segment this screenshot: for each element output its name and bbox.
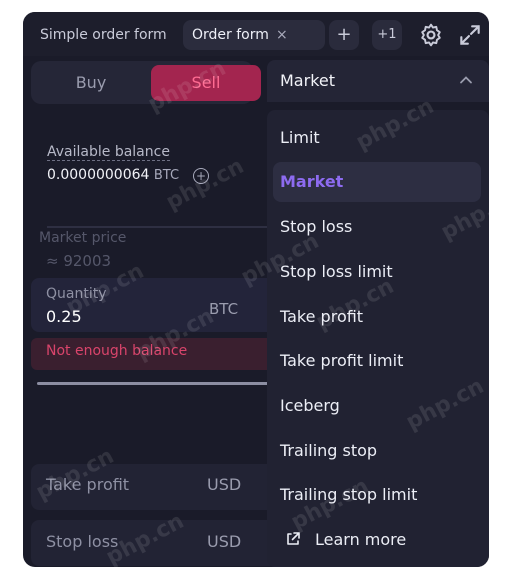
gear-icon[interactable]: [418, 22, 444, 48]
add-tab-button[interactable]: +: [329, 20, 359, 50]
amount-slider[interactable]: [37, 382, 279, 385]
menu-item-label: Iceberg: [280, 396, 340, 415]
quantity-label: Quantity: [46, 286, 107, 302]
market-price-value: ≈ 92003: [46, 252, 112, 270]
tab-order-form-label: Order form: [192, 27, 269, 43]
balance-currency: BTC: [153, 168, 180, 183]
menu-item-label: Trailing stop: [280, 441, 378, 460]
take-profit-label: Take profit: [46, 475, 130, 494]
menu-item-label: Take profit limit: [280, 351, 404, 370]
take-profit-currency: USD: [207, 475, 242, 494]
menu-item-market[interactable]: Market: [273, 162, 481, 202]
sell-button[interactable]: Sell: [151, 65, 261, 101]
balance-amount: 0.0000000064: [47, 167, 150, 183]
available-balance-value: 0.0000000064 BTC: [47, 167, 179, 183]
menu-item-label: Stop loss: [280, 217, 353, 236]
menu-item-label: Trailing stop limit: [280, 485, 418, 504]
plus-icon: +: [336, 24, 352, 45]
divider: [47, 226, 279, 228]
order-panel: Simple order form Order form × + +1 Buy …: [23, 12, 489, 567]
quantity-value[interactable]: 0.25: [46, 307, 82, 326]
buy-button[interactable]: Buy: [35, 65, 147, 101]
order-type-select[interactable]: Market: [267, 60, 489, 102]
deposit-plus-icon[interactable]: +: [193, 168, 209, 184]
menu-item-take-profit[interactable]: Take profit: [267, 297, 489, 337]
menu-item-iceberg[interactable]: Iceberg: [267, 386, 489, 426]
order-type-value: Market: [280, 71, 335, 90]
learn-more-label: Learn more: [315, 530, 407, 549]
learn-more-link[interactable]: Learn more: [267, 520, 489, 560]
error-message: Not enough balance: [46, 343, 188, 359]
more-tabs-button[interactable]: +1: [372, 20, 402, 50]
menu-item-label: Stop loss limit: [280, 262, 393, 281]
tab-simple-order-form[interactable]: Simple order form: [40, 20, 167, 50]
menu-item-trailing-stop[interactable]: Trailing stop: [267, 431, 489, 471]
close-icon[interactable]: ×: [276, 20, 288, 50]
side-toggle: Buy Sell: [31, 61, 261, 104]
order-type-menu: Limit Market Stop loss Stop loss limit T…: [267, 110, 489, 567]
tab-order-form[interactable]: Order form ×: [183, 20, 325, 50]
menu-item-label: Limit: [280, 128, 320, 147]
order-form: Buy Sell Available balance 0.0000000064 …: [23, 56, 279, 567]
menu-item-limit[interactable]: Limit: [267, 118, 489, 158]
market-price-label: Market price: [39, 230, 127, 246]
external-link-icon: [287, 532, 300, 545]
menu-item-label: Take profit: [280, 307, 364, 326]
menu-item-stop-loss-limit[interactable]: Stop loss limit: [267, 252, 489, 292]
available-balance-label: Available balance: [47, 144, 170, 161]
menu-item-trailing-stop-limit[interactable]: Trailing stop limit: [267, 475, 489, 515]
menu-item-label: Market: [280, 172, 344, 191]
chevron-up-icon: [460, 76, 472, 84]
quantity-currency: BTC: [209, 300, 239, 318]
menu-item-stop-loss[interactable]: Stop loss: [267, 207, 489, 247]
expand-icon[interactable]: [457, 22, 483, 48]
stop-loss-label: Stop loss: [46, 532, 119, 551]
menu-item-take-profit-limit[interactable]: Take profit limit: [267, 341, 489, 381]
tab-bar: Simple order form Order form × + +1: [23, 12, 489, 56]
stop-loss-currency: USD: [207, 532, 242, 551]
